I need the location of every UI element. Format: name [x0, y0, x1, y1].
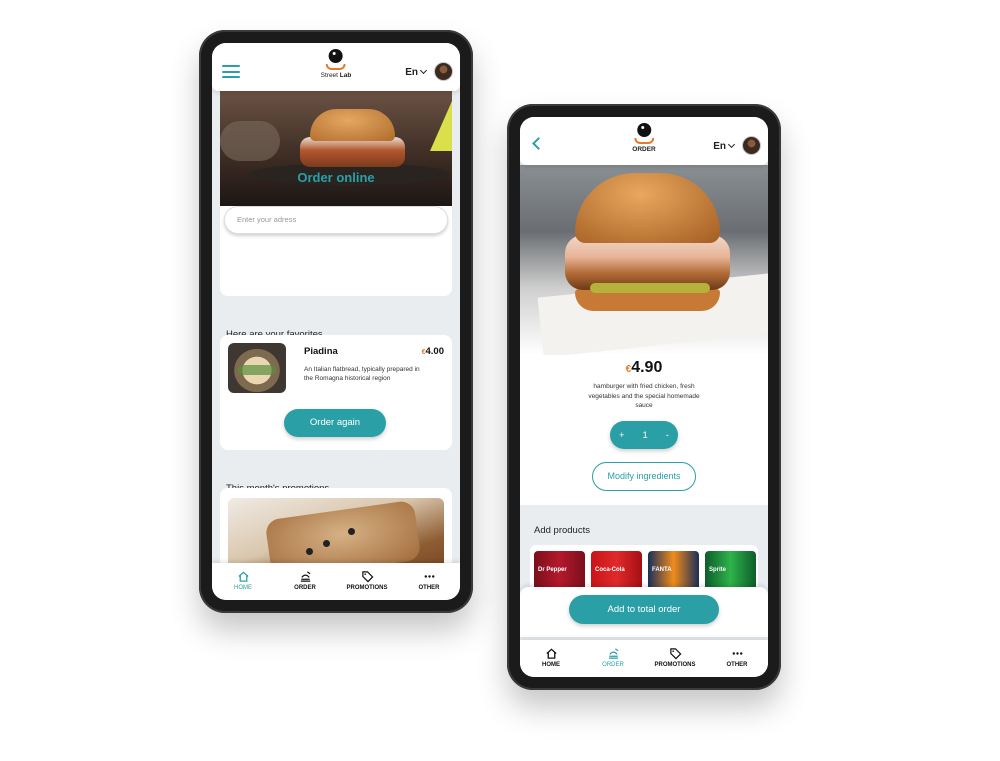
- logo-text: Street Lab: [320, 72, 352, 79]
- phone-order: ORDER En €4.90 hamburger with fried chic…: [507, 104, 781, 690]
- more-icon: [424, 575, 434, 578]
- chevron-down-icon: [727, 140, 736, 149]
- logo-legs-icon: [326, 64, 346, 70]
- order-icon: [300, 571, 310, 582]
- decrement-button[interactable]: -: [666, 430, 669, 440]
- street-lab-logo: Street Lab: [320, 49, 352, 79]
- favorite-item-description: An Italian flatbread, typically prepared…: [304, 366, 420, 382]
- home-screen: Street Lab En Order online In which area…: [212, 43, 460, 600]
- bottom-nav: HOME ORDER PROMOTIONS OTHER: [212, 563, 460, 600]
- page-title: ORDER: [632, 146, 656, 153]
- favorite-item-price: €4.00: [421, 346, 444, 357]
- order-online-subtitle: In which area would you like to search?: [274, 186, 398, 193]
- mockup-stage: Street Lab En Order online In which area…: [0, 0, 1000, 761]
- nav-order[interactable]: ORDER: [277, 570, 333, 591]
- favorite-item-name: Piadina: [304, 346, 338, 357]
- street-lab-logo: ORDER: [632, 123, 656, 153]
- piadina-image: [228, 343, 286, 393]
- back-arrow-icon[interactable]: [532, 137, 545, 150]
- order-online-title: Order online: [297, 170, 375, 185]
- avatar[interactable]: [434, 62, 453, 81]
- quantity-stepper: + 1 -: [610, 421, 678, 449]
- nav-other[interactable]: OTHER: [709, 647, 765, 668]
- add-to-total-order-button[interactable]: Add to total order: [569, 595, 719, 624]
- app-header: ORDER En: [520, 117, 768, 165]
- home-icon: [545, 648, 557, 659]
- order-again-button[interactable]: Order again: [284, 409, 386, 437]
- menu-icon[interactable]: [222, 65, 240, 78]
- address-input[interactable]: Enter your adress: [224, 206, 448, 234]
- chicken-burger-image: [520, 165, 768, 355]
- chevron-down-icon: [419, 66, 428, 75]
- avatar[interactable]: [742, 136, 761, 155]
- language-selector[interactable]: En: [405, 66, 428, 78]
- nav-promotions[interactable]: PROMOTIONS: [647, 647, 703, 668]
- home-icon: [237, 571, 249, 582]
- favorite-item-card[interactable]: Piadina €4.00 An Italian flatbread, typi…: [220, 335, 452, 450]
- nav-promotions[interactable]: PROMOTIONS: [339, 570, 395, 591]
- tag-icon: [361, 571, 373, 583]
- modify-ingredients-button[interactable]: Modify ingredients: [592, 462, 696, 491]
- phone-home: Street Lab En Order online In which area…: [199, 30, 473, 613]
- nav-order[interactable]: ORDER: [585, 647, 641, 668]
- add-total-bar: Add to total order: [520, 587, 768, 637]
- logo-ball-icon: [636, 123, 651, 137]
- language-selector[interactable]: En: [713, 140, 736, 152]
- nav-home[interactable]: HOME: [215, 570, 271, 591]
- more-icon: [732, 652, 742, 655]
- nav-other[interactable]: OTHER: [401, 570, 457, 591]
- add-products-label: Add products: [534, 525, 590, 536]
- increment-button[interactable]: +: [619, 430, 624, 440]
- order-icon: [608, 648, 618, 659]
- product-description: hamburger with fried chicken, fresh vege…: [588, 383, 700, 409]
- order-screen: ORDER En €4.90 hamburger with fried chic…: [520, 117, 768, 677]
- bottom-nav: HOME ORDER PROMOTIONS OTHER: [520, 640, 768, 677]
- app-header: Street Lab En: [212, 43, 460, 91]
- tag-icon: [669, 648, 681, 660]
- nav-home[interactable]: HOME: [523, 647, 579, 668]
- logo-legs-icon: [633, 138, 654, 144]
- product-price: €4.90: [625, 359, 663, 376]
- logo-ball-icon: [329, 49, 343, 63]
- quantity-value: 1: [642, 430, 648, 440]
